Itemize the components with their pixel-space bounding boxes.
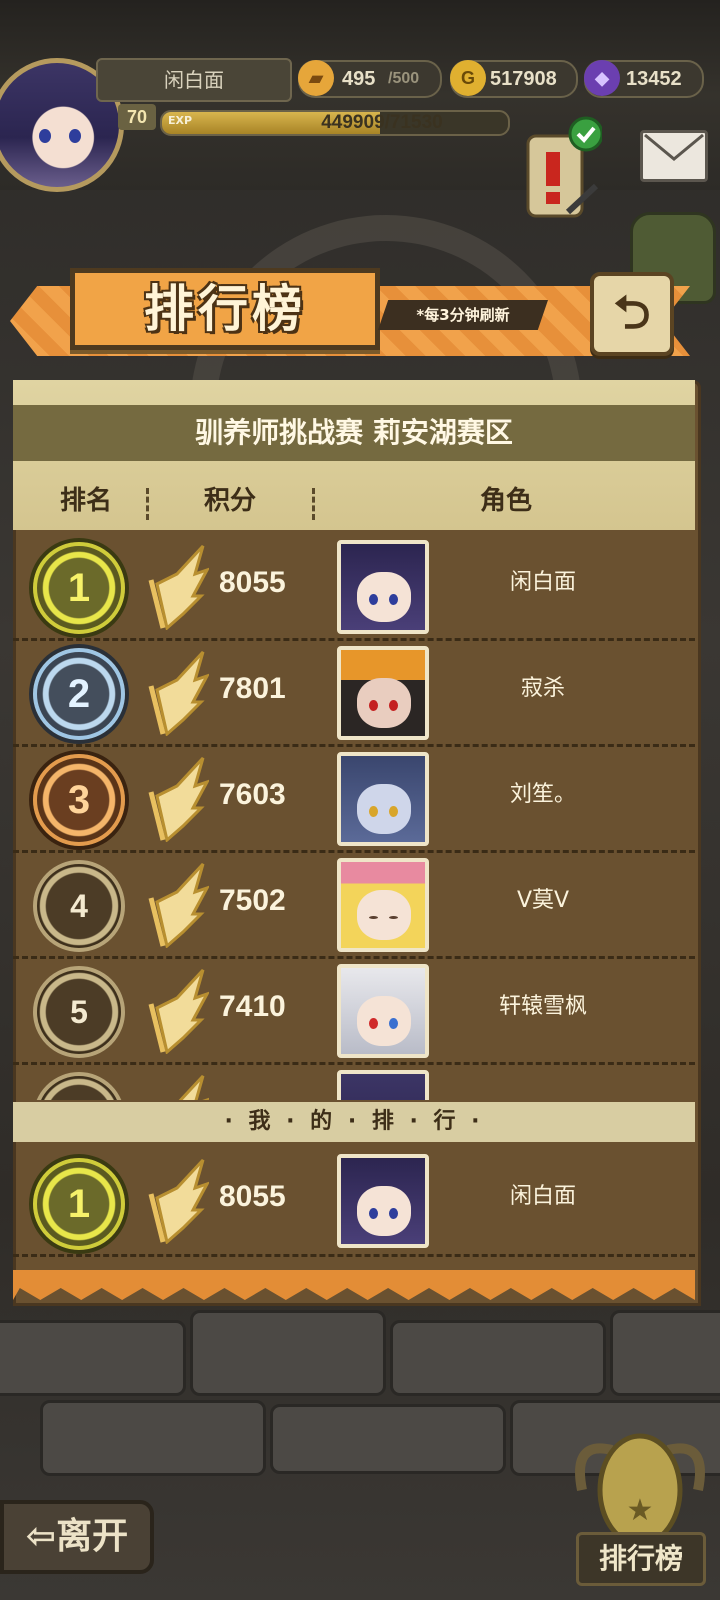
stamina-counter[interactable]: ▰ 495 /500	[298, 60, 442, 98]
gold-coin-icon: G	[450, 60, 486, 96]
leaderboard-row[interactable]: 5 7410 轩辕雪枫	[13, 958, 695, 1065]
exp-bar: EXP 449909/71530	[160, 110, 510, 136]
mail-icon[interactable]	[640, 130, 708, 182]
gem-counter[interactable]: ◆ 13452	[584, 60, 704, 98]
rank-badge-gold: 1	[33, 1158, 125, 1250]
score-value: 8055	[219, 1180, 286, 1213]
top-hud: 闲白面 ▰ 495 /500 G 517908 ◆ 13452 70 EXP 4…	[0, 0, 720, 192]
gem-value: 13452	[626, 68, 682, 90]
character-portrait[interactable]	[337, 752, 429, 846]
my-rank-row[interactable]: 1 8055 闲白面	[13, 1148, 695, 1257]
gem-icon: ◆	[584, 60, 620, 96]
my-rank-label: · 我 · 的 · 排 · 行 ·	[13, 1102, 695, 1142]
wing-trophy-icon	[148, 650, 209, 736]
rank-badge-gold: 1	[33, 542, 125, 634]
player-name-cell: 闲白面	[509, 1184, 576, 1209]
player-name-cell: 刘笙。	[509, 782, 576, 807]
character-portrait[interactable]	[337, 858, 429, 952]
bread-icon: ▰	[298, 60, 334, 96]
score-value: 7410	[219, 990, 286, 1023]
column-header-character: 角色	[479, 486, 532, 516]
leaderboard-list[interactable]: 1 8055 闲白面 2 7801 寂杀 3 7603 刘笙。 4 7502 V…	[13, 534, 695, 1100]
rank-badge: 4	[33, 860, 125, 952]
score-value: 7801	[219, 672, 286, 705]
rank-badge-bronze: 3	[33, 754, 125, 846]
leaderboard-row-partial[interactable]	[13, 1064, 695, 1100]
column-divider	[146, 488, 149, 520]
wing-trophy-icon	[148, 862, 209, 948]
wing-trophy-icon	[178, 1074, 209, 1100]
column-header-rank: 排名	[59, 486, 112, 516]
column-header-score: 积分	[203, 486, 256, 516]
leaderboard-row[interactable]: 1 8055 闲白面	[13, 534, 695, 641]
score-value: 7502	[219, 884, 286, 917]
leaderboard-row[interactable]: 3 7603 刘笙。	[13, 746, 695, 853]
rank-badge	[33, 1072, 125, 1100]
wing-trophy-icon	[148, 756, 209, 842]
rank-badge: 5	[33, 966, 125, 1058]
character-portrait[interactable]	[337, 964, 429, 1058]
score-value: 8055	[219, 566, 286, 599]
column-divider	[312, 488, 315, 520]
wing-trophy-icon	[148, 1158, 209, 1244]
player-name-cell: V莫V	[516, 888, 570, 913]
player-name-cell: 轩辕雪枫	[498, 994, 587, 1019]
character-portrait[interactable]	[337, 540, 429, 634]
rank-badge-silver: 2	[33, 648, 125, 740]
leaderboard-row[interactable]: 2 7801 寂杀	[13, 640, 695, 747]
leaderboard-row[interactable]: 4 7502 V莫V	[13, 852, 695, 959]
player-name-cell: 寂杀	[520, 676, 565, 701]
wing-trophy-icon	[148, 968, 209, 1054]
leaderboard-subtitle: 驯养师挑战赛 莉安湖赛区	[13, 405, 695, 461]
back-button[interactable]: ⮌	[590, 272, 674, 356]
refresh-note: *每3分钟刷新	[378, 300, 548, 330]
gold-value: 517908	[490, 68, 557, 90]
page-title-box: 排行榜	[70, 268, 380, 350]
exp-text: 449909/71530	[321, 112, 443, 133]
character-portrait[interactable]	[337, 646, 429, 740]
wing-trophy-icon	[148, 544, 209, 630]
character-portrait[interactable]	[337, 1154, 429, 1248]
leave-button[interactable]: ⇦离开	[0, 1500, 154, 1574]
player-name-cell: 闲白面	[509, 570, 576, 595]
player-level: 70	[118, 104, 156, 130]
exp-tag: EXP	[168, 114, 193, 127]
character-portrait[interactable]	[337, 1070, 429, 1100]
stamina-max: /500	[388, 70, 420, 87]
gold-counter[interactable]: G 517908	[450, 60, 578, 98]
svg-text:★: ★	[627, 1493, 654, 1528]
leaderboard-button[interactable]: 排行榜	[576, 1532, 706, 1586]
quest-scroll-icon[interactable]	[524, 116, 602, 230]
score-value: 7603	[219, 778, 286, 811]
page-title: 排行榜	[144, 280, 306, 338]
player-name: 闲白面	[96, 58, 292, 102]
stamina-value: 495	[342, 68, 376, 90]
